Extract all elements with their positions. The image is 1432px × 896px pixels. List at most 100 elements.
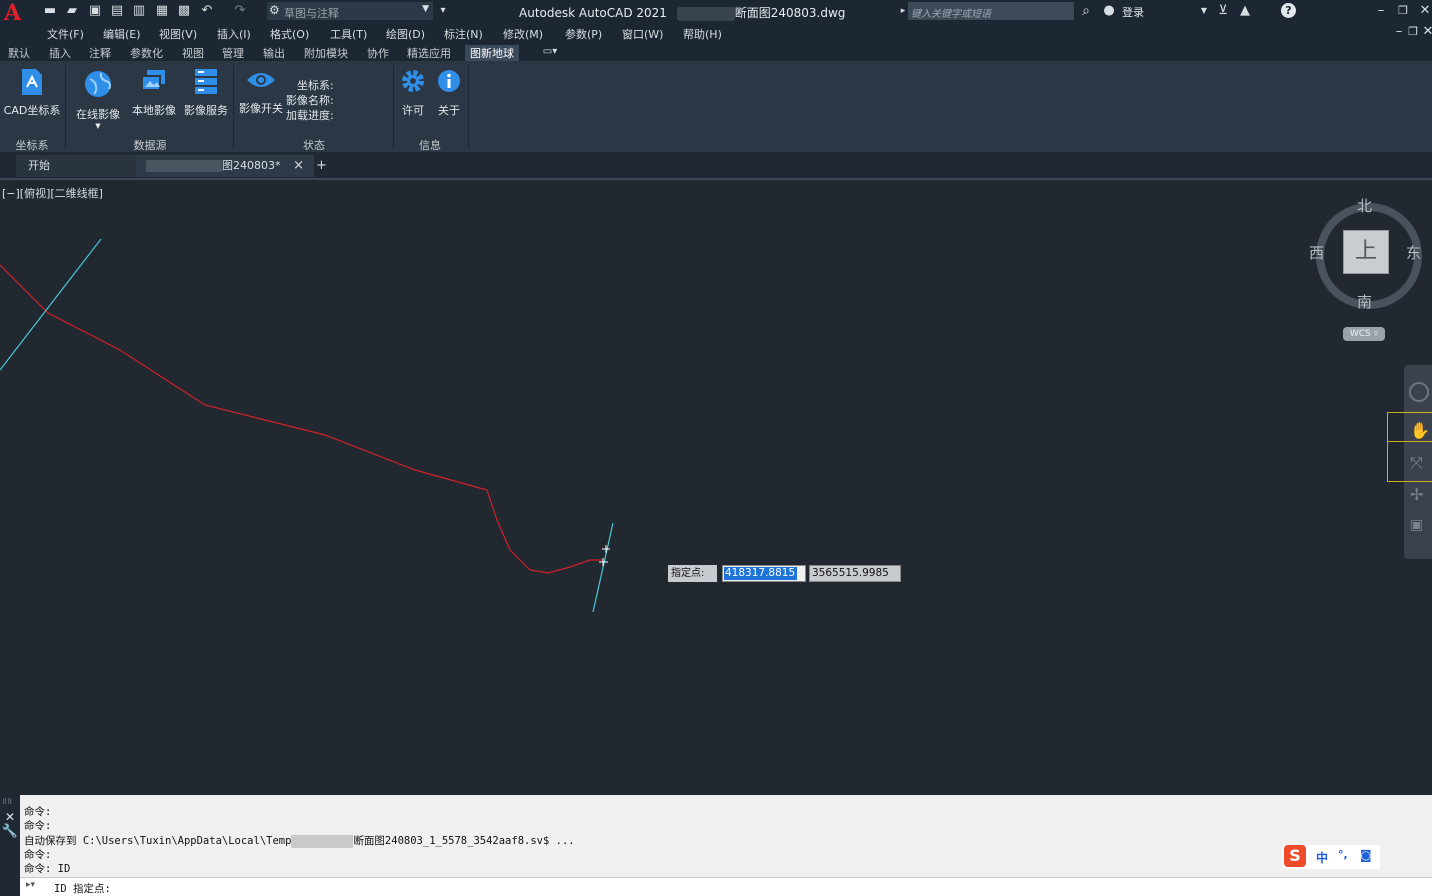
login-dropdown-icon[interactable]: ▼ bbox=[1196, 3, 1212, 19]
customize-icon[interactable]: ▾ bbox=[435, 3, 451, 19]
tab-addins[interactable]: 附加模块 bbox=[304, 45, 348, 61]
menu-parametric[interactable]: 参数(P) bbox=[565, 26, 602, 42]
menu-help[interactable]: 帮助(H) bbox=[683, 26, 722, 42]
dynamic-input-x[interactable]: 418317.8815 bbox=[722, 565, 806, 582]
about-button[interactable]: 关于 bbox=[432, 69, 466, 118]
compass-north[interactable]: 北 bbox=[1357, 195, 1372, 216]
tab-view[interactable]: 视图 bbox=[182, 45, 204, 61]
wcs-menu[interactable]: WCS ▿ bbox=[1343, 327, 1385, 341]
doc-close-icon[interactable]: ✕ bbox=[1420, 24, 1432, 40]
publish-icon[interactable]: ▦ bbox=[154, 3, 170, 19]
sogou-ime-icon[interactable]: S bbox=[1284, 845, 1306, 867]
user-icon[interactable]: ● bbox=[1101, 3, 1117, 19]
save-as-icon[interactable]: ▤ bbox=[109, 3, 125, 19]
showmotion-icon[interactable]: ▣ bbox=[1410, 517, 1423, 533]
undo-icon[interactable]: ↶ bbox=[199, 3, 215, 19]
close-tab-icon[interactable]: × bbox=[293, 155, 304, 177]
blurred-path bbox=[291, 834, 354, 848]
ime-punctuation[interactable]: °, bbox=[1338, 848, 1348, 861]
open-icon[interactable]: ▰ bbox=[64, 3, 80, 19]
app-title: Autodesk AutoCAD 2021 断面图240803.dwg bbox=[519, 6, 846, 21]
new-icon[interactable]: ▬ bbox=[42, 3, 58, 19]
local-imagery-button[interactable]: 本地影像 bbox=[128, 67, 180, 118]
viewcube[interactable]: 上 北 南 东 西 bbox=[1309, 195, 1422, 312]
tab-collaborate[interactable]: 协作 bbox=[367, 45, 389, 61]
dynamic-input-y[interactable]: 3565515.9985 bbox=[809, 565, 901, 582]
print-icon[interactable]: ▩ bbox=[176, 3, 192, 19]
menu-view[interactable]: 视图(V) bbox=[159, 26, 197, 42]
history-line: 命令: bbox=[24, 849, 52, 861]
tab-manage[interactable]: 管理 bbox=[222, 45, 244, 61]
menu-tools[interactable]: 工具(T) bbox=[330, 26, 367, 42]
command-window: ⠿⠿ ✕ 🔧 命令: 命令: 自动保存到 C:\Users\Tuxin\AppD… bbox=[0, 795, 1432, 896]
license-button[interactable]: 许可 bbox=[396, 69, 430, 118]
menu-modify[interactable]: 修改(M) bbox=[503, 26, 543, 42]
compass-east[interactable]: 东 bbox=[1406, 242, 1421, 263]
cart-icon[interactable]: ⊻ bbox=[1215, 3, 1231, 19]
panel-separator bbox=[233, 65, 234, 149]
tab-featured-apps[interactable]: 精选应用 bbox=[407, 45, 451, 61]
plot-to-web-icon[interactable]: ▥ bbox=[131, 3, 147, 19]
orbit-icon[interactable]: ✢ bbox=[1410, 485, 1423, 504]
tab-drawing[interactable]: 图240803* × bbox=[136, 155, 314, 177]
compass-south[interactable]: 南 bbox=[1357, 291, 1372, 312]
cad-coord-button[interactable]: CAD坐标系 bbox=[2, 67, 62, 118]
login-link[interactable]: 登录 bbox=[1122, 4, 1144, 20]
tab-default[interactable]: 默认 bbox=[8, 45, 30, 61]
search-input[interactable]: 键入关键字或短语 bbox=[908, 2, 1074, 20]
redo-icon[interactable]: ↷ bbox=[232, 3, 248, 19]
ime-language[interactable]: 中 bbox=[1316, 849, 1328, 866]
steering-wheel-icon[interactable] bbox=[1409, 382, 1429, 402]
close-icon[interactable]: ✕ bbox=[0, 810, 20, 824]
close-icon[interactable]: ✕ bbox=[1417, 3, 1432, 19]
compass-west[interactable]: 西 bbox=[1309, 242, 1324, 263]
search-icon[interactable]: ⌕ bbox=[1078, 3, 1094, 19]
blurred-tab-name bbox=[146, 160, 222, 172]
tab-start[interactable]: 开始 bbox=[16, 155, 136, 177]
tab-parametric[interactable]: 参数化 bbox=[130, 45, 163, 61]
autocad-logo[interactable]: A bbox=[4, 2, 28, 24]
online-imagery-button[interactable]: 在线影像 ▼ bbox=[72, 69, 124, 130]
menu-insert[interactable]: 插入(I) bbox=[217, 26, 251, 42]
imagery-service-button[interactable]: 影像服务 bbox=[180, 67, 232, 118]
tab-tuxin-earth[interactable]: 图新地球 bbox=[465, 45, 519, 61]
wrench-icon[interactable]: 🔧 bbox=[0, 824, 20, 839]
gear-icon bbox=[402, 70, 424, 92]
ime-toolbar[interactable]: S 中 °, ◙ bbox=[1282, 845, 1380, 869]
command-recent-icon[interactable]: ▸▾ bbox=[26, 880, 35, 890]
menu-draw[interactable]: 绘图(D) bbox=[386, 26, 425, 42]
autodesk-a360-icon[interactable]: ▲ bbox=[1237, 3, 1253, 19]
local-image-icon bbox=[141, 70, 165, 91]
grip-dots-icon: ⠿⠿ bbox=[2, 798, 13, 806]
panel-separator bbox=[65, 65, 66, 149]
viewcube-top-face[interactable]: 上 bbox=[1343, 230, 1389, 274]
drawing-canvas[interactable]: [−][俯视][二维线框] 指定点: 418317.8815 3565515.9… bbox=[0, 180, 1432, 795]
menu-format[interactable]: 格式(O) bbox=[270, 26, 309, 42]
save-icon[interactable]: ▣ bbox=[87, 3, 103, 19]
panel-label-coord: 坐标系 bbox=[15, 139, 49, 152]
command-grip[interactable]: ⠿⠿ ✕ 🔧 bbox=[0, 795, 20, 895]
document-tab-bar: 开始 图240803* × + bbox=[0, 152, 1432, 180]
menu-window[interactable]: 窗口(W) bbox=[622, 26, 663, 42]
doc-restore-icon[interactable]: ❐ bbox=[1405, 24, 1421, 40]
status-coord-sys: 坐标系: bbox=[297, 79, 334, 92]
help-icon[interactable]: ? bbox=[1281, 3, 1296, 18]
command-input[interactable]: ▸▾ ID 指定点: bbox=[20, 877, 1432, 896]
menu-edit[interactable]: 编辑(E) bbox=[103, 26, 141, 42]
panel-label-info: 信息 bbox=[419, 139, 441, 152]
imagery-toggle-button[interactable]: 影像开关 bbox=[235, 69, 287, 116]
command-prompt: ID 指定点: bbox=[54, 883, 111, 895]
ime-skin-icon[interactable]: ◙ bbox=[1360, 848, 1372, 862]
server-icon bbox=[195, 69, 217, 94]
menu-file[interactable]: 文件(F) bbox=[47, 26, 84, 42]
restore-icon[interactable]: ❐ bbox=[1395, 3, 1411, 19]
tab-insert[interactable]: 插入 bbox=[49, 45, 71, 61]
tab-output[interactable]: 输出 bbox=[263, 45, 285, 61]
cyan-line-left bbox=[0, 238, 102, 371]
menu-dimension[interactable]: 标注(N) bbox=[444, 26, 483, 42]
ribbon-display-toggle-icon[interactable]: ▭▾ bbox=[542, 44, 558, 60]
workspace-switcher[interactable]: ⚙ 草图与注释 ▼ bbox=[267, 2, 433, 20]
minimize-icon[interactable]: – bbox=[1373, 3, 1389, 19]
tab-annotate[interactable]: 注释 bbox=[89, 45, 111, 61]
new-tab-button[interactable]: + bbox=[308, 155, 336, 177]
